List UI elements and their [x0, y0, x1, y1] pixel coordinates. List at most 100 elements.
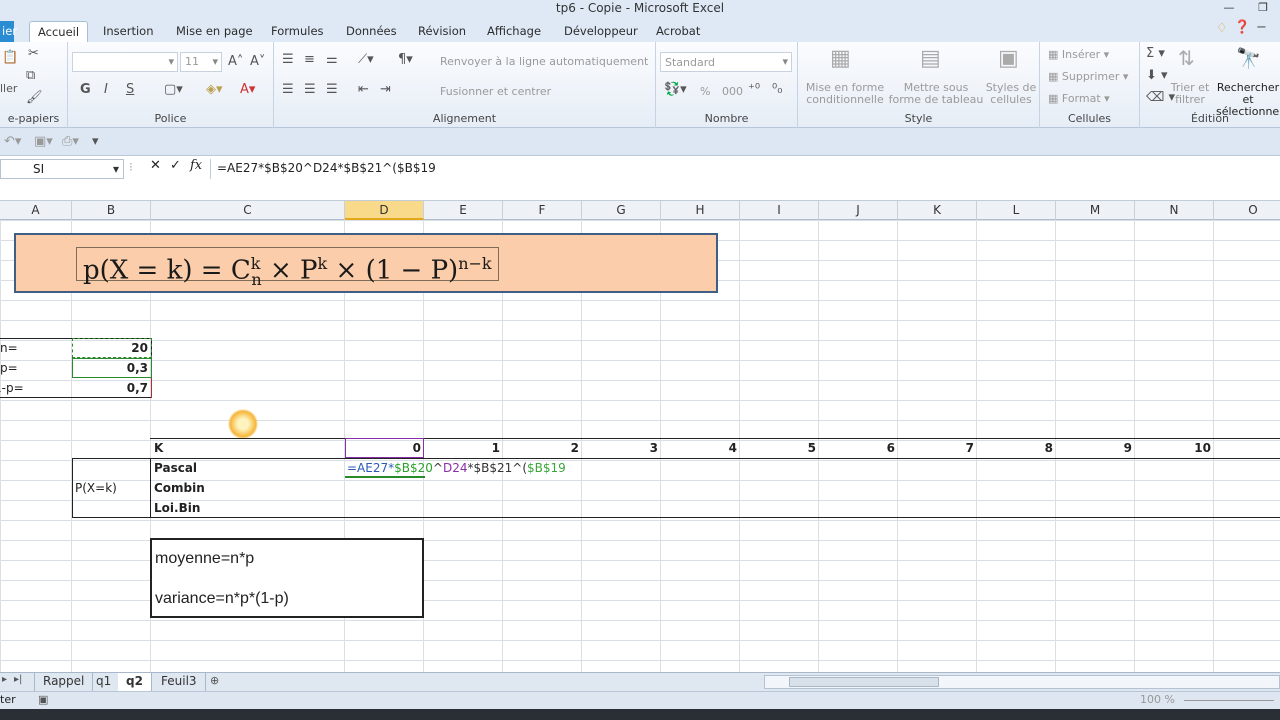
underline-button[interactable]: S [126, 82, 134, 97]
name-box[interactable]: SI ▾ [0, 159, 124, 179]
tab-insert[interactable]: Insertion [103, 21, 154, 42]
print-preview-icon[interactable]: ▣▾ [34, 134, 53, 149]
k-value-cell[interactable]: 8 [977, 438, 1053, 458]
k-value-cell[interactable]: 6 [819, 438, 895, 458]
column-header-b[interactable]: B [72, 201, 151, 220]
tab-view[interactable]: Affichage [487, 21, 541, 42]
sort-filter-button[interactable]: Trier et filtrer [1168, 82, 1212, 106]
k-value-cell[interactable]: 3 [582, 438, 658, 458]
horizontal-scrollbar[interactable] [764, 675, 1280, 689]
sheet-tab-feuil3[interactable]: Feuil3 [153, 673, 206, 691]
window-min-icon[interactable]: − [1256, 20, 1267, 35]
font-color-icon[interactable]: A▾ [240, 82, 255, 97]
tab-formulas[interactable]: Formules [271, 21, 324, 42]
format-cells-button[interactable]: ▦ Format ▾ [1048, 92, 1110, 105]
fill-icon[interactable]: ⬇ ▾ [1146, 68, 1168, 83]
row-label-loibin[interactable]: Loi.Bin [154, 498, 200, 518]
insert-function-icon[interactable]: fx [190, 158, 202, 173]
stats-box[interactable]: moyenne=n*p variance=n*p*(1-p) [150, 538, 424, 618]
column-header-g[interactable]: G [582, 201, 661, 220]
undo-icon[interactable]: ↶▾ [4, 134, 21, 149]
copy-icon[interactable]: ⧉ [26, 68, 35, 83]
paste-button[interactable]: ller [0, 82, 17, 95]
print-icon[interactable]: ⎙▾ [62, 134, 79, 149]
currency-icon[interactable]: 💱▾ [664, 82, 687, 97]
align-right-icon[interactable]: ☰ [326, 82, 338, 97]
align-middle-icon[interactable]: ≡ [304, 52, 315, 67]
k-value-cell[interactable]: 4 [661, 438, 737, 458]
new-sheet-icon[interactable]: ⊕ [210, 674, 219, 687]
orientation-icon[interactable]: ⟋▾ [358, 52, 374, 67]
scrollbar-thumb[interactable] [789, 677, 939, 687]
ribbon-minimize-icon[interactable]: ♢ [1216, 21, 1228, 36]
zoom-slider[interactable] [1184, 700, 1274, 701]
sheet-tab-q2[interactable]: q2 [118, 673, 152, 691]
next-sheet-icon[interactable]: ▸ [2, 674, 7, 685]
column-header-e[interactable]: E [424, 201, 503, 220]
k-value-cell[interactable]: 2 [503, 438, 579, 458]
minimize-icon[interactable]: — [1212, 0, 1246, 18]
customize-qat-icon[interactable]: ▾ [92, 134, 99, 149]
font-size-select[interactable]: 11 ▾ [180, 52, 222, 72]
cell-styles-icon[interactable]: ▣ [998, 46, 1019, 71]
italic-button[interactable]: I [104, 82, 108, 97]
k-header[interactable]: K [154, 438, 163, 458]
last-sheet-icon[interactable]: ▸| [14, 674, 22, 685]
bold-button[interactable]: G [80, 82, 91, 97]
tab-page-layout[interactable]: Mise en page [176, 21, 253, 42]
conditional-format-button[interactable]: Mise en forme conditionnelle [802, 82, 888, 106]
macro-record-icon[interactable]: ▣ [38, 693, 48, 706]
grow-font-icon[interactable]: A˄ [228, 54, 243, 69]
column-header-m[interactable]: M [1056, 201, 1135, 220]
paste-icon[interactable]: 📋 [2, 50, 18, 65]
autosum-icon[interactable]: Σ ▾ [1146, 46, 1165, 61]
align-top-icon[interactable]: ☰ [282, 52, 294, 67]
border-icon[interactable]: ▢▾ [164, 82, 183, 97]
row-label-combin[interactable]: Combin [154, 478, 205, 498]
tab-acrobat[interactable]: Acrobat [656, 21, 700, 42]
cancel-icon[interactable]: ✕ [150, 158, 161, 173]
formula-input[interactable]: =AE27*$B$20^D24*$B$21^($B$19 [210, 159, 1280, 179]
percent-button[interactable]: % [700, 85, 710, 98]
q-value[interactable]: 0,7 [72, 378, 148, 398]
column-header-a[interactable]: A [0, 201, 72, 220]
tab-data[interactable]: Données [346, 21, 397, 42]
decrease-decimal-icon[interactable]: ⁰₀ [772, 82, 782, 97]
k-value-cell[interactable]: 5 [740, 438, 816, 458]
restore-icon[interactable]: ❐ [1246, 0, 1280, 18]
q-label[interactable]: 1-p= [0, 378, 24, 398]
n-value[interactable]: 20 [72, 338, 148, 358]
rtl-icon[interactable]: ¶▾ [398, 52, 413, 67]
fill-color-icon[interactable]: ◈▾ [206, 82, 223, 97]
cut-icon[interactable]: ✂ [28, 46, 39, 61]
help-icon[interactable]: ❓ [1234, 20, 1250, 35]
align-left-icon[interactable]: ☰ [282, 82, 294, 97]
delete-cells-button[interactable]: ▦ Supprimer ▾ [1048, 70, 1128, 83]
decrease-indent-icon[interactable]: ⇤ [358, 82, 369, 97]
row-label-pascal[interactable]: Pascal [154, 458, 197, 478]
conditional-format-icon[interactable]: ▦ [830, 46, 851, 71]
sheet-tab-q1[interactable]: q1 [88, 673, 121, 691]
column-header-l[interactable]: L [977, 201, 1056, 220]
p-value[interactable]: 0,3 [72, 358, 148, 378]
column-header-o[interactable]: O [1214, 201, 1280, 220]
font-name-select[interactable]: ▾ [72, 52, 178, 72]
column-header-i[interactable]: I [740, 201, 819, 220]
tab-file[interactable]: ier [0, 21, 17, 42]
align-bottom-icon[interactable]: ⚌ [326, 52, 338, 67]
k-value-cell[interactable]: 10 [1135, 438, 1211, 458]
tab-home[interactable]: Accueil [29, 21, 89, 42]
column-header-c[interactable]: C [151, 201, 345, 220]
sort-filter-icon[interactable]: ⇅ [1178, 46, 1195, 70]
number-format-select[interactable]: Standard ▾ [660, 52, 792, 72]
equation-shape[interactable]: p(X = k) = Ckn × Pk × (1 − P)n−k [14, 233, 718, 293]
find-select-icon[interactable]: 🔭 [1236, 46, 1261, 70]
group-label[interactable]: P(X=k) [75, 478, 117, 498]
thousands-button[interactable]: 000 [722, 85, 743, 98]
align-center-icon[interactable]: ☰ [304, 82, 316, 97]
zoom-level[interactable]: 100 % [1140, 690, 1175, 710]
tab-review[interactable]: Révision [418, 21, 466, 42]
increase-indent-icon[interactable]: ⇥ [380, 82, 391, 97]
k-value-cell[interactable]: 7 [898, 438, 974, 458]
n-label[interactable]: n= [0, 338, 18, 358]
